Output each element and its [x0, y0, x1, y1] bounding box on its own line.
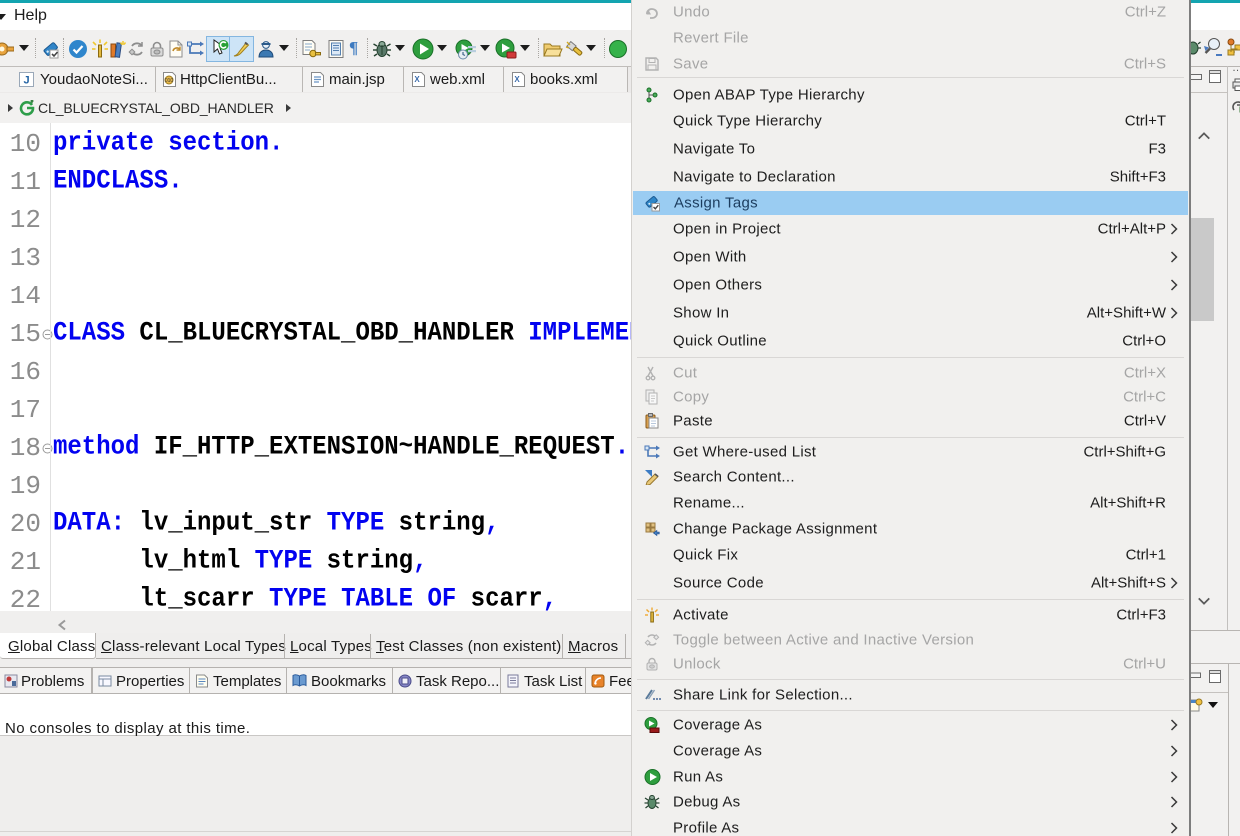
svg-text:J: J: [23, 75, 29, 87]
svg-text:X: X: [414, 75, 420, 84]
svg-text:010: 010: [165, 78, 174, 84]
svg-text:X: X: [514, 75, 520, 84]
